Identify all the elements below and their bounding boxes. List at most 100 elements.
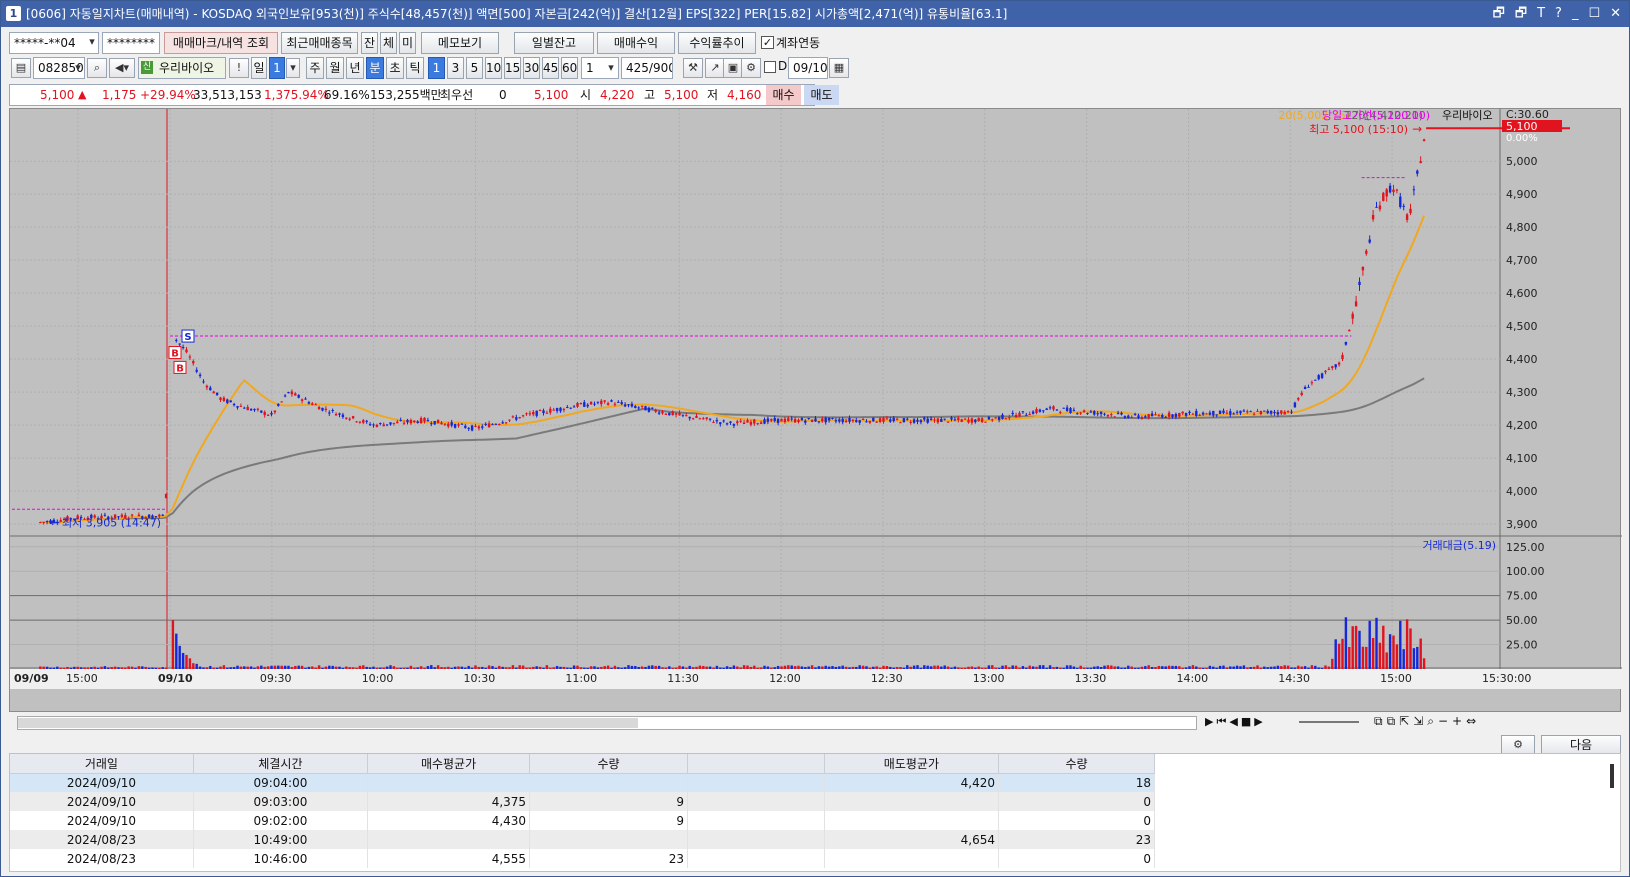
period-second[interactable]: 초 [386, 57, 404, 79]
restore-icon[interactable]: 🗗 [1493, 1, 1505, 27]
chevron-down-icon[interactable]: ▾ [604, 59, 618, 79]
balance-toggle[interactable]: 잔 [361, 32, 378, 54]
scroll-thumb[interactable] [18, 718, 638, 728]
layout-icon[interactable]: ▤ [11, 58, 31, 78]
trend-tool-icon[interactable]: ↗ [705, 58, 725, 78]
interval-1[interactable]: 1 [428, 57, 445, 79]
buy-button[interactable]: 매수 [766, 85, 801, 105]
trade-profit-button[interactable]: 매매수익 [597, 32, 675, 54]
candle-body [712, 422, 715, 424]
col-sell-qty[interactable]: 수량 [998, 754, 1156, 774]
chevron-down-icon[interactable]: ▾ [85, 33, 99, 53]
col-sell-avg[interactable]: 매도평균가 [824, 754, 999, 774]
volume-bar [916, 665, 919, 669]
period-tick[interactable]: 틱 [406, 57, 424, 79]
password-field[interactable]: ******** [102, 32, 160, 54]
volume-bar [481, 666, 484, 669]
period-week[interactable]: 주 [306, 57, 324, 79]
period-year[interactable]: 년 [346, 57, 364, 79]
speaker-icon[interactable]: ◀▾ [109, 58, 135, 78]
volume-bar [528, 667, 532, 669]
candle-body [848, 418, 851, 422]
candle-body [1093, 411, 1096, 415]
price-chart[interactable]: 09/09 15:00 09/10 09:30 10:00 10:30 11:00 11:30… [9, 108, 1622, 713]
interval-30[interactable]: 30 [523, 57, 540, 79]
volume-bar [1205, 667, 1208, 669]
search-icon[interactable]: ⌕ [87, 58, 107, 78]
chart-scroll-strip[interactable]: ▶⏮◀■▶ ⧉⧉⇱⇲⌕−+⇔ [9, 713, 1621, 733]
help-icon[interactable]: ? [1555, 1, 1562, 27]
interval-45[interactable]: 45 [542, 57, 559, 79]
executed-toggle[interactable]: 체 [380, 32, 397, 54]
vertical-scrollbar[interactable] [1610, 764, 1614, 788]
interval-15[interactable]: 15 [504, 57, 521, 79]
save-icon[interactable]: ▣ [723, 58, 743, 78]
table-cell: 09:03:00 [193, 792, 369, 811]
account-link-checkbox[interactable]: ✓ [761, 36, 774, 49]
candle-body [263, 411, 266, 416]
memo-button[interactable]: 메모보기 [421, 32, 499, 54]
candle-body [1334, 364, 1337, 368]
float-icon[interactable]: 🗗 [1515, 1, 1527, 27]
volume-bar [702, 665, 705, 669]
interval-60[interactable]: 60 [561, 57, 578, 79]
col-buy-avg[interactable]: 매수평균가 [367, 754, 531, 774]
query-marks-button[interactable]: 매매마크/내역 조회 [164, 32, 278, 54]
profit-trend-button[interactable]: 수익률추이 [678, 32, 756, 54]
interval-10[interactable]: 10 [485, 57, 502, 79]
volume-bar [1276, 665, 1280, 669]
volume-bar [549, 667, 552, 669]
period-minute[interactable]: 분 [366, 57, 384, 79]
settings-icon[interactable]: ⚙ [741, 58, 761, 78]
recent-trades-button[interactable]: 최근매매종목 [281, 32, 358, 54]
candle-body [1266, 410, 1269, 414]
candle-body [756, 423, 759, 425]
volume-bar [1300, 666, 1303, 669]
calendar-icon[interactable]: ▦ [829, 58, 849, 78]
col-exec-time[interactable]: 체결시간 [193, 754, 369, 774]
volume-bar [749, 666, 753, 669]
nav-buttons[interactable]: ▶⏮◀■▶ [1205, 715, 1266, 729]
interval-5[interactable]: 5 [466, 57, 483, 79]
candle-body [889, 419, 892, 422]
table-row[interactable]: 2024/08/23 10:46:00 4,555 23 0 [10, 849, 1156, 868]
chart-canvas[interactable]: 09/09 15:00 09/10 09:30 10:00 10:30 11:00 11:30… [10, 108, 1622, 713]
candle-body [324, 408, 328, 411]
candle-body [1116, 412, 1120, 414]
indicator-icon[interactable]: ⚒ [683, 58, 703, 78]
close-icon[interactable]: ✕ [1610, 1, 1621, 27]
volume-bar [950, 667, 953, 669]
zoom-icons[interactable]: ⧉⧉⇱⇲⌕−+⇔ [1374, 714, 1480, 729]
table-row[interactable]: 2024/09/10 09:03:00 4,375 9 0 [10, 792, 1156, 811]
pin-icon[interactable]: T [1537, 1, 1545, 27]
chevron-down-icon[interactable]: ▾ [72, 59, 84, 79]
next-button[interactable]: 다음 [1541, 735, 1621, 755]
col-buy-qty[interactable]: 수량 [529, 754, 689, 774]
table-row[interactable]: 2024/09/10 09:04:00 4,420 18 [10, 773, 1156, 792]
daily-balance-button[interactable]: 일별잔고 [514, 32, 594, 54]
minimize-icon[interactable]: _ [1572, 1, 1579, 27]
period-day[interactable]: 일 [251, 57, 267, 79]
zoom-slider[interactable] [1299, 721, 1359, 723]
current-price: 5,100 [40, 88, 75, 102]
interval-3[interactable]: 3 [447, 57, 464, 79]
alert-icon[interactable]: ! [229, 58, 249, 78]
table-row[interactable]: 2024/08/23 10:49:00 4,654 23 [10, 830, 1156, 849]
date-input[interactable]: 09/10 [788, 57, 828, 79]
period-day-count[interactable]: 1 [269, 57, 285, 79]
pending-toggle[interactable]: 미 [399, 32, 416, 54]
volume-bar [467, 665, 470, 669]
maximize-icon[interactable]: ☐ [1588, 1, 1600, 27]
table-row[interactable]: 2024/09/10 09:02:00 4,430 9 0 [10, 811, 1156, 830]
horizontal-scrollbar[interactable] [17, 716, 1197, 730]
gear-icon[interactable]: ⚙ [1501, 735, 1535, 755]
period-month[interactable]: 월 [326, 57, 344, 79]
sell-button[interactable]: 매도 [804, 85, 839, 105]
col-trade-date[interactable]: 거래일 [10, 754, 194, 774]
table-cell: 10:46:00 [193, 849, 369, 868]
d-checkbox[interactable] [764, 61, 776, 73]
volume-bar [559, 666, 562, 669]
candle-body [1252, 414, 1256, 416]
range-input[interactable]: 425/900 [621, 57, 673, 79]
chevron-down-icon[interactable]: ▾ [286, 58, 300, 78]
